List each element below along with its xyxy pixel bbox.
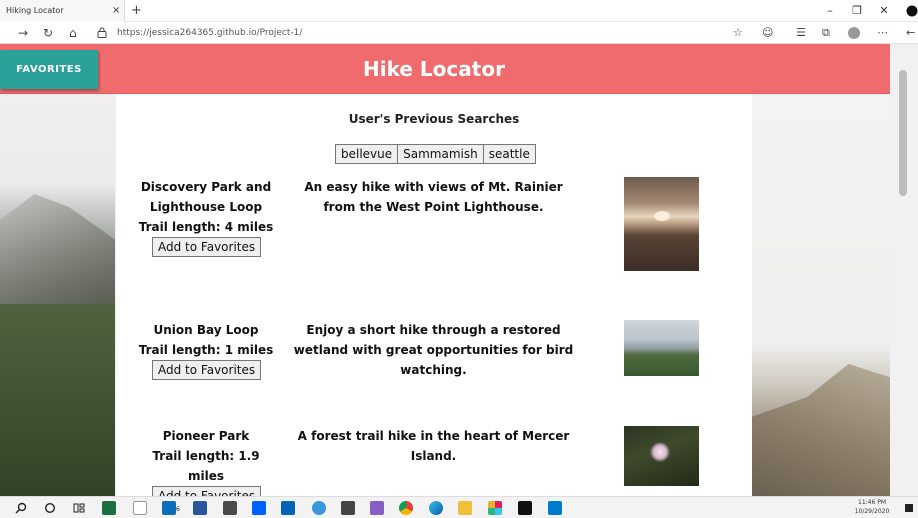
previous-searches-heading: User's Previous Searches — [348, 112, 520, 126]
address-bar: → ↻ ⌂ https://jessica264365.github.io/Pr… — [0, 22, 918, 44]
favorites-bar-icon[interactable]: ☰ — [796, 22, 806, 44]
trail-length: Trail length: 1 miles — [138, 343, 274, 357]
more-icon[interactable]: ⋯ — [877, 22, 888, 44]
screen: { "browser": { "tab_title": "Hiking Loca… — [0, 0, 918, 518]
mountain-background-left — [0, 44, 115, 496]
lock-icon[interactable] — [97, 27, 107, 38]
trail-description: Enjoy a short hike through a restored we… — [293, 323, 574, 377]
profile-avatar[interactable] — [848, 27, 860, 39]
command-prompt-icon[interactable] — [518, 501, 532, 515]
trail-length: Trail length: 4 miles — [138, 220, 274, 234]
tab-title: Hiking Locator — [6, 6, 64, 15]
file-explorer-icon[interactable] — [458, 501, 472, 515]
system-clock[interactable]: 11:46 PM 10/29/2020 — [848, 498, 896, 516]
trail-name: Discovery Park and Lighthouse Loop — [140, 180, 272, 214]
scrollbar-thumb[interactable] — [899, 70, 907, 196]
search-icon[interactable] — [15, 502, 27, 514]
new-tab-icon[interactable]: + — [131, 0, 142, 21]
add-to-favorites-button[interactable]: Add to Favorites — [152, 237, 262, 257]
url-field[interactable]: https://jessica264365.github.io/Project-… — [117, 22, 302, 44]
internet-explorer-icon[interactable] — [312, 501, 326, 515]
terminal-app-icon[interactable] — [223, 501, 237, 515]
close-tab-icon[interactable]: × — [112, 0, 120, 22]
browser-tab-bar: Hiking Locator × + – ❐ ✕ — [0, 0, 918, 22]
cliff-face — [752, 364, 890, 496]
previous-search-button[interactable]: bellevue — [335, 144, 399, 164]
page-viewport: User's Previous Searches bellevue Sammami… — [0, 44, 890, 496]
collections-icon[interactable]: ⧉ — [822, 22, 830, 44]
notification-icon[interactable] — [904, 503, 914, 513]
task-view-icon[interactable] — [73, 502, 85, 514]
feedback-icon[interactable]: ☺ — [762, 22, 773, 44]
edge-icon[interactable] — [429, 501, 443, 515]
store-icon[interactable] — [341, 501, 355, 515]
trail-description: An easy hike with views of Mt. Rainier f… — [304, 180, 563, 214]
forward-icon[interactable]: → — [18, 22, 28, 44]
taskbar: 6 11:46 PM 10/29/2020 — [0, 496, 918, 518]
trail-name: Union Bay Loop — [153, 323, 259, 337]
slack-icon[interactable] — [488, 501, 502, 515]
trail-photo-wetland — [624, 320, 699, 376]
clock-time: 11:46 PM — [858, 499, 886, 506]
vscode-icon[interactable] — [548, 501, 562, 515]
mail-icon[interactable] — [162, 501, 176, 515]
main-content: User's Previous Searches bellevue Sammami… — [116, 91, 752, 496]
trail-name: Pioneer Park — [162, 429, 250, 443]
visual-studio-icon[interactable] — [370, 501, 384, 515]
previous-search-button[interactable]: seattle — [482, 144, 536, 164]
page-title: Hike Locator — [363, 57, 505, 81]
mountain-background-right — [752, 44, 890, 496]
previous-searches-list: bellevue Sammamish seattle — [335, 143, 536, 164]
add-to-favorites-button[interactable]: Add to Favorites — [152, 360, 262, 380]
maximize-icon[interactable]: ❐ — [843, 0, 871, 22]
github-icon[interactable] — [906, 3, 918, 19]
trail-length: Trail length: 1.9 miles — [152, 449, 260, 483]
refresh-icon[interactable]: ↻ — [43, 22, 53, 44]
home-icon[interactable]: ⌂ — [69, 22, 77, 44]
add-to-favorites-button[interactable]: Add to Favorites — [152, 486, 262, 496]
mail-badge: 6 — [176, 506, 180, 513]
previous-search-button[interactable]: Sammamish — [397, 144, 484, 164]
back-edge-icon[interactable]: ← — [906, 22, 915, 44]
trail-photo-flower — [624, 426, 699, 486]
chrome-icon[interactable] — [399, 501, 413, 515]
cortana-icon[interactable] — [44, 502, 56, 514]
minimize-icon[interactable]: – — [816, 0, 844, 22]
clock-date: 10/29/2020 — [854, 508, 890, 515]
trail-photo-sunset — [624, 177, 699, 271]
notepad-icon[interactable] — [133, 501, 147, 515]
close-window-icon[interactable]: ✕ — [870, 0, 898, 22]
app-header: FAVORITES Hike Locator — [0, 44, 890, 94]
outlook-icon[interactable] — [281, 501, 295, 515]
excel-icon[interactable] — [102, 501, 116, 515]
favorites-button[interactable]: FAVORITES — [0, 50, 98, 89]
trail-description: A forest trail hike in the heart of Merc… — [297, 429, 570, 463]
browser-tab[interactable]: Hiking Locator — [0, 0, 125, 22]
favorite-star-icon[interactable]: ☆ — [733, 22, 743, 44]
dropbox-icon[interactable] — [252, 501, 266, 515]
forest — [0, 304, 115, 496]
word-icon[interactable] — [193, 501, 207, 515]
